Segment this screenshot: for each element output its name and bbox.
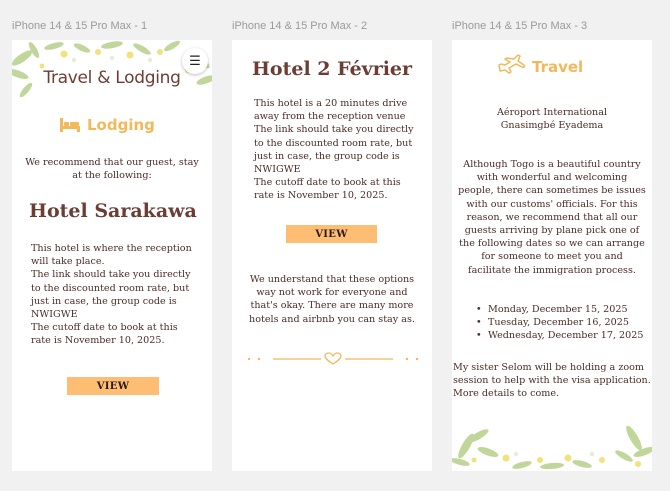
paragraph-line: with wonderful and welcoming [476, 172, 628, 184]
lodging-label: Lodging [87, 116, 155, 134]
frame-label-2: iPhone 14 & 15 Pro Max - 2 [232, 20, 368, 32]
note-line: way not work for everyone and [256, 287, 408, 299]
paragraph-line: with our customs' officials. For this [466, 198, 638, 210]
paragraph-line: people, there can sometimes be issues [458, 185, 646, 197]
paragraph-line: reason, we recommend that all our [466, 211, 638, 223]
airport-line: Gnasimgbé Eyadema [500, 120, 604, 132]
phone-screen-travel: Travel Aéroport International Gnasimgbé … [452, 40, 652, 471]
view-button[interactable]: VIEW [67, 377, 159, 395]
foliage-decoration [452, 425, 652, 470]
description-line: The link should take you directly [254, 124, 414, 136]
note-line: My sister Selom will be holding a zoom [453, 362, 645, 373]
paragraph-line: guests arriving by plane pick one of [464, 225, 640, 237]
customs-paragraph: Although Togo is a beautiful country wit… [456, 158, 648, 277]
description-line: This hotel is where the reception [31, 243, 192, 254]
description-line: to the discounted room rate, but [31, 282, 190, 294]
hotel-description: This hotel is a 20 minutes drive away fr… [254, 97, 430, 203]
frame-label-3: iPhone 14 & 15 Pro Max - 3 [452, 20, 588, 32]
intro-text: We recommend that our guest, stay at the… [25, 157, 199, 182]
hotel-description: This hotel is where the reception will t… [31, 242, 209, 348]
arrival-dates-list: Monday, December 15, 2025 Tuesday, Decem… [474, 303, 650, 343]
group-code: NWIGWE [254, 164, 301, 176]
travel-label: Travel [532, 58, 584, 76]
date-item: Monday, December 15, 2025 [474, 303, 650, 316]
description-line: to the discounted room rate, but [254, 137, 413, 149]
description-line: away from the reception venue [254, 111, 406, 123]
heart-divider [247, 352, 419, 365]
paragraph-line: the following dates so we can arrange [459, 238, 645, 250]
frame-label-1: iPhone 14 & 15 Pro Max - 1 [12, 20, 148, 32]
note-line: that's okay. There are many more [250, 300, 414, 312]
paragraph-line: for someone to meet you and [481, 251, 623, 263]
date-item: Tuesday, December 16, 2025 [474, 316, 650, 329]
description-line: rate is November 10, 2025. [31, 335, 165, 347]
travel-heading: Travel [498, 54, 583, 80]
description-line: just in case, the group code is [254, 150, 400, 162]
note-line: We understand that these options [249, 274, 415, 285]
phone-screen-hotel-2: Hotel 2 Février This hotel is a 20 minut… [232, 40, 432, 471]
hotel-name: Hotel Sarakawa [29, 200, 197, 222]
view-button[interactable]: VIEW [286, 225, 377, 243]
description-line: The link should take you directly [31, 269, 191, 281]
bed-icon [60, 118, 80, 132]
description-line: just in case, the group code is [31, 295, 177, 307]
group-code: NWIGWE [31, 309, 78, 321]
date-item: Wednesday, December 17, 2025 [474, 329, 650, 342]
note-line: hotels and airbnb you can stay as. [249, 313, 415, 325]
note-line: session to help with the visa applicatio… [453, 375, 651, 387]
airport-line: Aéroport International [496, 107, 608, 118]
description-line: The cutoff date to book at this [254, 177, 401, 189]
phone-screen-lodging: ☰ Travel & Lodging Lodging We recommend … [12, 40, 212, 471]
lodging-heading: Lodging [59, 116, 155, 134]
heart-icon [324, 352, 342, 365]
paragraph-line: Although Togo is a beautiful country [463, 159, 641, 170]
zoom-session-note: My sister Selom will be holding a zoom s… [453, 361, 652, 401]
description-line: The cutoff date to book at this [31, 322, 178, 334]
paragraph-line: facilitate the immigration process. [468, 264, 636, 276]
alternatives-note: We understand that these options way not… [240, 273, 424, 326]
hotel-name: Hotel 2 Février [251, 58, 413, 80]
airplane-icon [498, 54, 526, 74]
description-line: will take place. [31, 256, 105, 268]
brand-title: Travel & Lodging [43, 68, 181, 88]
note-line: More details to come. [453, 388, 560, 400]
airport-name: Aéroport International Gnasimgbé Eyadema [452, 106, 652, 132]
description-line: rate is November 10, 2025. [254, 190, 388, 202]
description-line: This hotel is a 20 minutes drive [254, 98, 408, 109]
